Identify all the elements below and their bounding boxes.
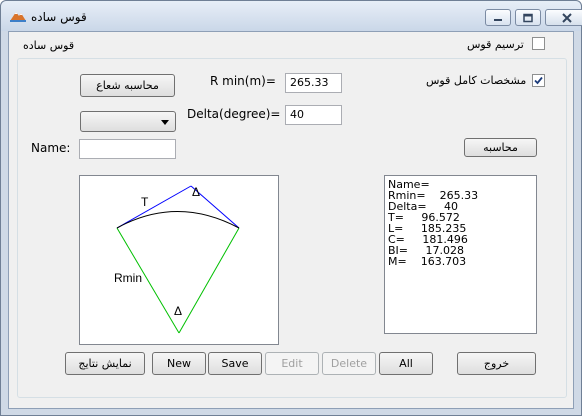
edit-button[interactable]: Edit — [265, 352, 319, 375]
mountain-icon — [10, 12, 26, 22]
maximize-button[interactable] — [515, 9, 541, 26]
rmin-input[interactable]: 265.33 — [285, 73, 342, 93]
full-arc-specs-label: مشخصات کامل قوس — [426, 74, 527, 87]
show-results-button[interactable]: نمایش نتایج — [65, 352, 145, 375]
result-line: M= 163.703 — [388, 255, 467, 268]
delete-button[interactable]: Delete — [322, 352, 376, 375]
diagram-delta-bottom-label: Δ — [174, 304, 182, 318]
arc-diagram-canvas: T Δ Rmin Δ — [114, 185, 240, 334]
maximize-icon — [523, 13, 533, 22]
checkmark-icon — [534, 76, 543, 85]
calculate-button[interactable]: محاسبه — [464, 138, 537, 157]
radius-right-line — [178, 227, 240, 334]
draw-arc-label: ترسیم قوس — [467, 38, 524, 51]
diagram-t-label: T — [141, 195, 149, 209]
arc-type-dropdown[interactable] — [80, 111, 176, 132]
name-input[interactable] — [79, 139, 176, 159]
name-label: Name: — [31, 141, 71, 155]
rmin-label: R min(m)= — [210, 74, 276, 88]
window-title: قوس ساده — [31, 10, 87, 24]
save-button[interactable]: Save — [208, 352, 262, 375]
tangent-left-line — [116, 185, 192, 229]
main-window: قوس ساده قوس ساده ترسیم قوس محاسبه شعاع … — [0, 0, 582, 416]
full-arc-specs-checkbox[interactable] — [532, 74, 545, 87]
arc-diagram: T Δ Rmin Δ — [79, 175, 279, 345]
chevron-down-icon — [161, 120, 169, 125]
arc-group-box: محاسبه شعاع R min(m)= 265.33 مشخصات کامل… — [17, 58, 567, 398]
minimize-icon — [494, 18, 502, 21]
delta-label: Delta(degree)= — [187, 107, 281, 121]
draw-arc-checkbox[interactable] — [532, 37, 545, 50]
minimize-button[interactable] — [485, 9, 511, 26]
arc-curve — [116, 211, 240, 229]
close-icon — [562, 12, 572, 23]
results-box[interactable]: Name= Rmin= 265.33 Delta= 40 T= 96.572 L… — [384, 175, 537, 334]
diagram-rmin-label: Rmin — [114, 271, 142, 285]
all-button[interactable]: All — [379, 352, 433, 375]
new-button[interactable]: New — [152, 352, 206, 375]
close-button[interactable] — [545, 9, 582, 26]
title-bar[interactable]: قوس ساده — [1, 1, 582, 31]
diagram-delta-top-label: Δ — [192, 185, 200, 199]
delta-input[interactable]: 40 — [285, 105, 342, 125]
calc-radius-button[interactable]: محاسبه شعاع — [80, 74, 175, 97]
client-area: قوس ساده ترسیم قوس محاسبه شعاع R min(m)=… — [8, 31, 574, 409]
header-label: قوس ساده — [23, 39, 75, 52]
exit-button[interactable]: خروج — [457, 352, 536, 375]
